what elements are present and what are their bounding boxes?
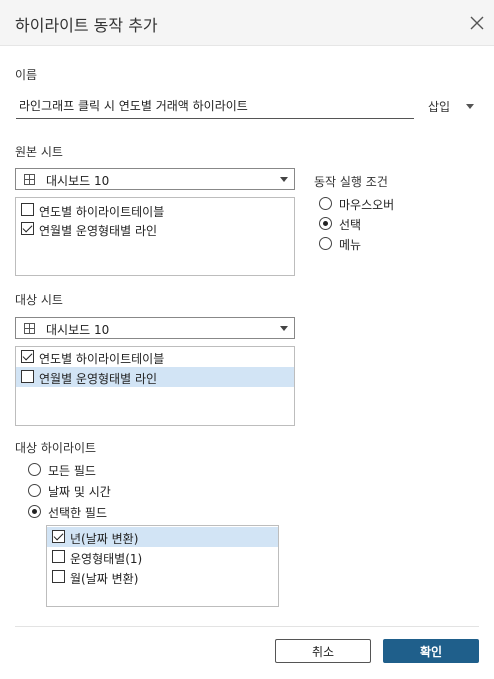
target-sheet-dropdown[interactable]: 대시보드 10 <box>15 317 295 339</box>
field-item[interactable]: 월(날짜 변환) <box>47 567 278 587</box>
cancel-button[interactable]: 취소 <box>275 639 371 663</box>
source-sheet-dropdown[interactable]: 대시보드 10 <box>15 168 295 190</box>
name-label: 이름 <box>15 68 38 82</box>
source-sheet-value: 대시보드 10 <box>46 174 110 188</box>
radio[interactable] <box>28 484 41 497</box>
checkbox[interactable] <box>21 370 34 383</box>
source-sheet-item[interactable]: 연월별 운영형태별 라인 <box>16 219 294 239</box>
chevron-down-icon <box>280 326 288 331</box>
insert-menu[interactable]: 삽입 <box>428 98 450 115</box>
checkbox[interactable] <box>52 550 65 563</box>
source-sheet-item-label: 연도별 하이라이트테이블 <box>39 205 165 219</box>
checkbox[interactable] <box>52 530 65 543</box>
target-sheet-item[interactable]: 연도별 하이라이트테이블 <box>16 347 294 367</box>
target-sheet-item-label: 연도별 하이라이트테이블 <box>39 352 165 366</box>
target-highlight-selected-fields[interactable]: 선택한 필드 <box>28 503 158 521</box>
radio[interactable] <box>28 505 41 518</box>
target-sheet-label: 대상 시트 <box>15 293 63 307</box>
target-highlight-label: 대상 하이라이트 <box>15 441 97 455</box>
source-sheet-list: 연도별 하이라이트테이블 연월별 운영형태별 라인 <box>15 197 295 276</box>
dashboard-icon <box>24 323 35 334</box>
target-sheet-item[interactable]: 연월별 운영형태별 라인 <box>16 367 294 387</box>
checkbox[interactable] <box>52 570 65 583</box>
radio[interactable] <box>319 197 332 210</box>
radio[interactable] <box>319 217 332 230</box>
chevron-down-icon <box>280 177 288 182</box>
radio-label: 메뉴 <box>339 238 362 252</box>
radio[interactable] <box>28 463 41 476</box>
run-condition-menu[interactable]: 메뉴 <box>319 235 419 253</box>
radio-label: 선택한 필드 <box>48 506 108 520</box>
field-item-label: 운영형태별(1) <box>70 552 143 566</box>
field-item-label: 년(날짜 변환) <box>70 532 139 546</box>
target-highlight-date-time[interactable]: 날짜 및 시간 <box>28 482 158 500</box>
footer-divider <box>15 626 479 627</box>
run-condition-label: 동작 실행 조건 <box>314 175 388 189</box>
checkbox[interactable] <box>21 203 34 216</box>
name-input[interactable] <box>16 93 414 119</box>
dialog-titlebar: 하이라이트 동작 추가 <box>0 0 494 46</box>
source-sheet-label: 원본 시트 <box>15 145 63 159</box>
radio-label: 마우스오버 <box>339 198 395 212</box>
insert-caret-icon[interactable] <box>466 104 474 109</box>
field-item[interactable]: 운영형태별(1) <box>47 547 278 567</box>
close-icon[interactable] <box>468 14 486 32</box>
target-sheet-item-label: 연월별 운영형태별 라인 <box>39 372 158 386</box>
radio-label: 모든 필드 <box>48 464 96 478</box>
checkbox[interactable] <box>21 222 34 235</box>
radio-label: 선택 <box>339 218 362 232</box>
run-condition-select[interactable]: 선택 <box>319 215 419 233</box>
ok-button[interactable]: 확인 <box>383 639 479 663</box>
field-item-label: 월(날짜 변환) <box>70 572 139 586</box>
field-list: 년(날짜 변환) 운영형태별(1) 월(날짜 변환) <box>46 525 279 607</box>
dashboard-icon <box>24 174 35 185</box>
run-condition-mouseover[interactable]: 마우스오버 <box>319 195 419 213</box>
field-item[interactable]: 년(날짜 변환) <box>47 527 278 547</box>
dialog-title: 하이라이트 동작 추가 <box>15 16 158 35</box>
target-sheet-value: 대시보드 10 <box>46 323 110 337</box>
radio-label: 날짜 및 시간 <box>48 485 111 499</box>
checkbox[interactable] <box>21 350 34 363</box>
target-highlight-all-fields[interactable]: 모든 필드 <box>28 461 158 479</box>
source-sheet-item[interactable]: 연도별 하이라이트테이블 <box>16 200 294 220</box>
radio[interactable] <box>319 237 332 250</box>
target-sheet-list: 연도별 하이라이트테이블 연월별 운영형태별 라인 <box>15 346 295 426</box>
source-sheet-item-label: 연월별 운영형태별 라인 <box>39 224 158 238</box>
